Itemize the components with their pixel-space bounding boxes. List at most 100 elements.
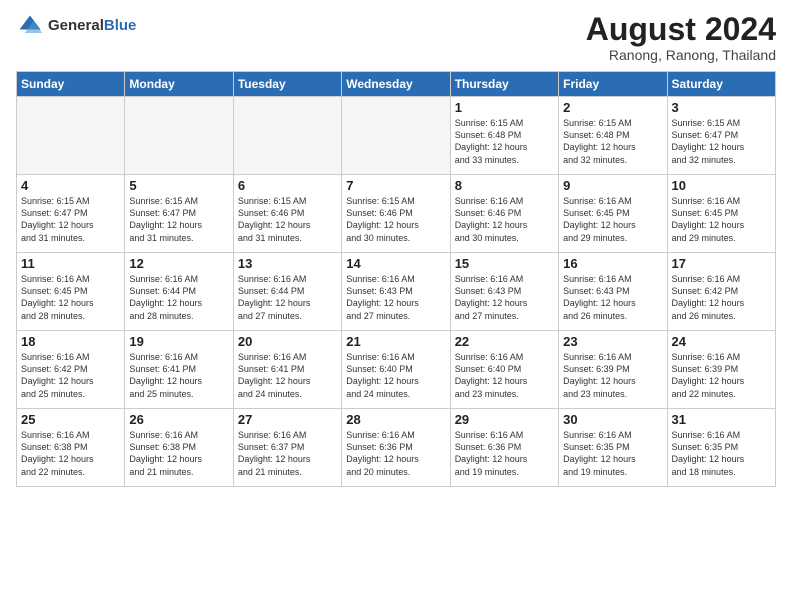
day-number: 8 [455, 178, 554, 193]
table-row [342, 97, 450, 175]
col-wednesday: Wednesday [342, 72, 450, 97]
table-row [125, 97, 233, 175]
day-number: 11 [21, 256, 120, 271]
calendar-week-row: 11Sunrise: 6:16 AMSunset: 6:45 PMDayligh… [17, 253, 776, 331]
col-sunday: Sunday [17, 72, 125, 97]
day-info: Sunrise: 6:16 AMSunset: 6:44 PMDaylight:… [129, 273, 228, 322]
title-block: August 2024 Ranong, Ranong, Thailand [586, 12, 776, 63]
table-row: 5Sunrise: 6:15 AMSunset: 6:47 PMDaylight… [125, 175, 233, 253]
table-row: 31Sunrise: 6:16 AMSunset: 6:35 PMDayligh… [667, 409, 775, 487]
day-number: 13 [238, 256, 337, 271]
table-row: 6Sunrise: 6:15 AMSunset: 6:46 PMDaylight… [233, 175, 341, 253]
day-info: Sunrise: 6:16 AMSunset: 6:38 PMDaylight:… [21, 429, 120, 478]
day-number: 29 [455, 412, 554, 427]
table-row [17, 97, 125, 175]
table-row: 28Sunrise: 6:16 AMSunset: 6:36 PMDayligh… [342, 409, 450, 487]
location: Ranong, Ranong, Thailand [586, 47, 776, 63]
table-row: 9 Sunrise: 6:16 AMSunset: 6:45 PMDaylight… [559, 175, 667, 253]
table-row [233, 97, 341, 175]
table-row: 7 Sunrise: 6:15 AMSunset: 6:46 PMDaylight… [342, 175, 450, 253]
day-number: 2 [563, 100, 662, 115]
calendar-container: GeneralBlue August 2024 Ranong, Ranong, … [0, 0, 792, 612]
table-row: 2Sunrise: 6:15 AMSunset: 6:48 PMDaylight… [559, 97, 667, 175]
table-row: 1Sunrise: 6:15 AMSunset: 6:48 PMDaylight… [450, 97, 558, 175]
day-number: 14 [346, 256, 445, 271]
day-info: Sunrise: 6:16 AMSunset: 6:40 PMDaylight:… [455, 351, 554, 400]
table-row: 17 Sunrise: 6:16 AMSunset: 6:42 PMDayligh… [667, 253, 775, 331]
table-row: 16Sunrise: 6:16 AMSunset: 6:43 PMDayligh… [559, 253, 667, 331]
logo: GeneralBlue [16, 12, 136, 40]
table-row: 3Sunrise: 6:15 AMSunset: 6:47 PMDaylight… [667, 97, 775, 175]
table-row: 25 Sunrise: 6:16 AMSunset: 6:38 PMDayligh… [17, 409, 125, 487]
day-number: 6 [238, 178, 337, 193]
table-row: 24 Sunrise: 6:16 AMSunset: 6:39 PMDayligh… [667, 331, 775, 409]
col-thursday: Thursday [450, 72, 558, 97]
day-number: 25 [21, 412, 120, 427]
day-number: 1 [455, 100, 554, 115]
day-info: Sunrise: 6:16 AMSunset: 6:41 PMDaylight:… [129, 351, 228, 400]
day-number: 4 [21, 178, 120, 193]
day-info: Sunrise: 6:16 AMSunset: 6:36 PMDaylight:… [455, 429, 554, 478]
day-info: Sunrise: 6:16 AMSunset: 6:45 PMDaylight:… [563, 195, 662, 244]
table-row: 20 Sunrise: 6:16 AMSunset: 6:41 PMDayligh… [233, 331, 341, 409]
day-number: 7 [346, 178, 445, 193]
calendar-body: 1Sunrise: 6:15 AMSunset: 6:48 PMDaylight… [17, 97, 776, 487]
day-number: 26 [129, 412, 228, 427]
day-number: 24 [672, 334, 771, 349]
day-number: 31 [672, 412, 771, 427]
calendar-week-row: 25 Sunrise: 6:16 AMSunset: 6:38 PMDayligh… [17, 409, 776, 487]
month-year: August 2024 [586, 12, 776, 47]
table-row: 4 Sunrise: 6:15 AMSunset: 6:47 PMDaylight… [17, 175, 125, 253]
day-number: 18 [21, 334, 120, 349]
day-info: Sunrise: 6:16 AMSunset: 6:45 PMDaylight:… [672, 195, 771, 244]
day-info: Sunrise: 6:16 AMSunset: 6:35 PMDaylight:… [563, 429, 662, 478]
calendar-week-row: 4 Sunrise: 6:15 AMSunset: 6:47 PMDaylight… [17, 175, 776, 253]
day-info: Sunrise: 6:16 AMSunset: 6:43 PMDaylight:… [455, 273, 554, 322]
day-number: 5 [129, 178, 228, 193]
day-number: 17 [672, 256, 771, 271]
table-row: 27Sunrise: 6:16 AMSunset: 6:37 PMDayligh… [233, 409, 341, 487]
day-number: 10 [672, 178, 771, 193]
day-number: 21 [346, 334, 445, 349]
day-number: 9 [563, 178, 662, 193]
day-info: Sunrise: 6:16 AMSunset: 6:36 PMDaylight:… [346, 429, 445, 478]
day-info: Sunrise: 6:15 AMSunset: 6:47 PMDaylight:… [21, 195, 120, 244]
day-info: Sunrise: 6:16 AMSunset: 6:42 PMDaylight:… [672, 273, 771, 322]
table-row: 10 Sunrise: 6:16 AMSunset: 6:45 PMDayligh… [667, 175, 775, 253]
calendar-week-row: 1Sunrise: 6:15 AMSunset: 6:48 PMDaylight… [17, 97, 776, 175]
day-number: 20 [238, 334, 337, 349]
day-info: Sunrise: 6:15 AMSunset: 6:47 PMDaylight:… [672, 117, 771, 166]
day-info: Sunrise: 6:16 AMSunset: 6:46 PMDaylight:… [455, 195, 554, 244]
logo-general: General [48, 17, 104, 34]
col-friday: Friday [559, 72, 667, 97]
day-number: 19 [129, 334, 228, 349]
day-info: Sunrise: 6:16 AMSunset: 6:41 PMDaylight:… [238, 351, 337, 400]
day-info: Sunrise: 6:16 AMSunset: 6:42 PMDaylight:… [21, 351, 120, 400]
table-row: 13 Sunrise: 6:16 AMSunset: 6:44 PMDayligh… [233, 253, 341, 331]
logo-text: GeneralBlue [48, 18, 136, 35]
col-tuesday: Tuesday [233, 72, 341, 97]
table-row: 29 Sunrise: 6:16 AMSunset: 6:36 PMDayligh… [450, 409, 558, 487]
table-row: 23Sunrise: 6:16 AMSunset: 6:39 PMDayligh… [559, 331, 667, 409]
day-number: 22 [455, 334, 554, 349]
logo-blue: Blue [104, 17, 137, 34]
table-row: 8 Sunrise: 6:16 AMSunset: 6:46 PMDaylight… [450, 175, 558, 253]
day-info: Sunrise: 6:16 AMSunset: 6:40 PMDaylight:… [346, 351, 445, 400]
day-number: 12 [129, 256, 228, 271]
day-info: Sunrise: 6:16 AMSunset: 6:39 PMDaylight:… [563, 351, 662, 400]
table-row: 19 Sunrise: 6:16 AMSunset: 6:41 PMDayligh… [125, 331, 233, 409]
calendar-week-row: 18 Sunrise: 6:16 AMSunset: 6:42 PMDayligh… [17, 331, 776, 409]
day-number: 27 [238, 412, 337, 427]
logo-icon [16, 12, 44, 40]
day-info: Sunrise: 6:15 AMSunset: 6:46 PMDaylight:… [346, 195, 445, 244]
day-info: Sunrise: 6:16 AMSunset: 6:44 PMDaylight:… [238, 273, 337, 322]
table-row: 18 Sunrise: 6:16 AMSunset: 6:42 PMDayligh… [17, 331, 125, 409]
table-row: 21 Sunrise: 6:16 AMSunset: 6:40 PMDayligh… [342, 331, 450, 409]
table-row: 22 Sunrise: 6:16 AMSunset: 6:40 PMDayligh… [450, 331, 558, 409]
day-info: Sunrise: 6:16 AMSunset: 6:39 PMDaylight:… [672, 351, 771, 400]
calendar-table: Sunday Monday Tuesday Wednesday Thursday… [16, 71, 776, 487]
table-row: 30Sunrise: 6:16 AMSunset: 6:35 PMDayligh… [559, 409, 667, 487]
table-row: 15Sunrise: 6:16 AMSunset: 6:43 PMDayligh… [450, 253, 558, 331]
table-row: 11Sunrise: 6:16 AMSunset: 6:45 PMDayligh… [17, 253, 125, 331]
day-number: 16 [563, 256, 662, 271]
